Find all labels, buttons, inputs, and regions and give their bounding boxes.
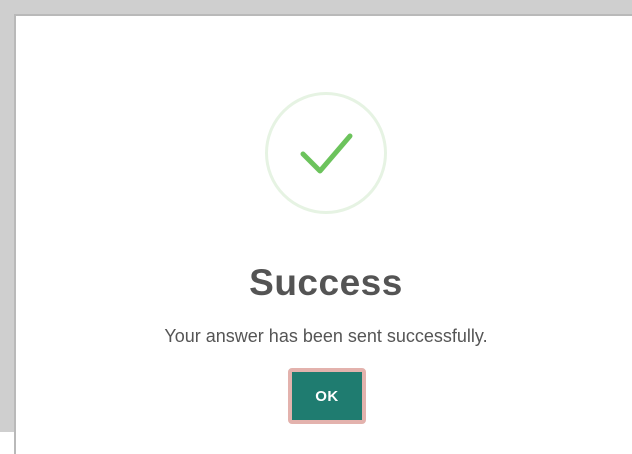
success-dialog: Success Your answer has been sent succes…	[14, 14, 632, 454]
check-icon	[300, 133, 353, 174]
ok-button[interactable]: OK	[288, 368, 366, 424]
dialog-title: Success	[249, 262, 403, 303]
modal-backdrop: Success Your answer has been sent succes…	[0, 0, 632, 454]
success-icon-circle	[265, 92, 387, 214]
dialog-message: Your answer has been sent successfully.	[164, 326, 488, 346]
ok-button-label: OK	[315, 387, 339, 405]
